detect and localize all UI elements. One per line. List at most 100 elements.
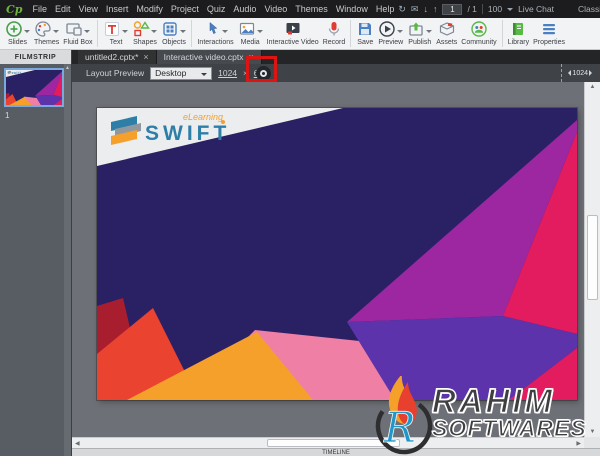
tab-label: untitled2.cptx* bbox=[85, 52, 138, 62]
menu-view[interactable]: View bbox=[74, 4, 101, 14]
chevron-down-icon bbox=[397, 30, 403, 36]
zoom-level-value[interactable]: 100 bbox=[488, 4, 502, 14]
menu-themes[interactable]: Themes bbox=[291, 4, 332, 14]
width-ruler-handle[interactable]: 1024 bbox=[561, 64, 595, 82]
toolbar-label: Save bbox=[357, 39, 373, 46]
toolbar-button-slides[interactable]: Slides bbox=[3, 19, 32, 46]
filmstrip-scrollbar[interactable]: ▲ bbox=[64, 64, 71, 456]
ruler-right-arrow-icon bbox=[589, 70, 595, 76]
stage-width-value[interactable]: 1024 bbox=[218, 68, 237, 78]
close-icon[interactable]: × bbox=[143, 53, 148, 62]
menu-bar-right: ↻ ✉ ↓ ↑ 1 / 1 100 Live Chat Classic – ❐ … bbox=[398, 3, 600, 15]
chevron-down-icon bbox=[53, 30, 59, 36]
toolbar-button-interactive-video[interactable]: Interactive Video bbox=[265, 19, 321, 46]
properties-lines-icon bbox=[540, 20, 558, 38]
menu-quiz[interactable]: Quiz bbox=[203, 4, 230, 14]
horizontal-scroll-thumb[interactable] bbox=[267, 439, 400, 447]
toolbar-label: Library bbox=[508, 39, 529, 46]
menu-edit[interactable]: Edit bbox=[51, 4, 75, 14]
scroll-right-icon[interactable]: ▶ bbox=[576, 440, 581, 447]
objects-grid-icon bbox=[161, 20, 179, 38]
toolbar-button-preview[interactable]: Preview bbox=[376, 19, 405, 46]
main-toolbar: Slides Themes Fluid Box Text Shapes Obje… bbox=[0, 18, 600, 50]
toolbar-button-record[interactable]: Record bbox=[321, 19, 348, 46]
toolbar-button-properties[interactable]: Properties bbox=[531, 19, 567, 46]
slide-number-input[interactable]: 1 bbox=[442, 4, 462, 15]
toolbar-button-save[interactable]: Save bbox=[354, 19, 376, 46]
prev-slide-icon[interactable]: ↑ bbox=[433, 4, 438, 14]
workspace-select[interactable]: Classic bbox=[578, 4, 600, 14]
vertical-scrollbar[interactable]: ▲ ▼ bbox=[584, 82, 600, 437]
sync-icon[interactable]: ↻ bbox=[398, 4, 406, 15]
toolbar-button-fluid-box[interactable]: Fluid Box bbox=[61, 19, 94, 46]
ruler-value: 1024 bbox=[572, 70, 588, 77]
toolbar-button-shapes[interactable]: Shapes bbox=[130, 19, 159, 46]
live-chat-link[interactable]: Live Chat bbox=[518, 4, 554, 14]
record-microphone-icon bbox=[325, 20, 343, 38]
red-highlight-box bbox=[246, 56, 277, 82]
captivate-window: Cp File Edit View Insert Modify Project … bbox=[0, 0, 600, 456]
preview-play-icon bbox=[378, 20, 396, 38]
menu-window[interactable]: Window bbox=[332, 4, 372, 14]
toolbar-button-publish[interactable]: Publish bbox=[405, 19, 434, 46]
filmstrip-panel: 1 ▲ bbox=[0, 64, 72, 456]
menu-project[interactable]: Project bbox=[167, 4, 203, 14]
vertical-scroll-thumb[interactable] bbox=[587, 215, 598, 300]
media-image-icon bbox=[238, 20, 256, 38]
chevron-down-icon bbox=[222, 30, 228, 36]
app-logo[interactable]: Cp bbox=[4, 3, 28, 16]
menu-help[interactable]: Help bbox=[372, 4, 399, 14]
device-select-value: Desktop bbox=[155, 68, 186, 78]
interactive-video-icon bbox=[284, 20, 302, 38]
toolbar-button-text[interactable]: Text bbox=[101, 19, 130, 46]
document-tab-bar: untitled2.cptx* × Interactive video.cptx… bbox=[72, 50, 600, 64]
horizontal-scrollbar[interactable]: ◀ ▶ bbox=[72, 437, 584, 448]
layout-preview-label: Layout Preview bbox=[86, 68, 144, 78]
slide-thumbnail[interactable] bbox=[4, 68, 64, 107]
menu-audio[interactable]: Audio bbox=[229, 4, 260, 14]
menu-file[interactable]: File bbox=[28, 4, 51, 14]
toolbar-button-objects[interactable]: Objects bbox=[159, 19, 188, 46]
next-slide-icon[interactable]: ↓ bbox=[423, 4, 428, 14]
toolbar-button-assets[interactable]: Assets bbox=[434, 19, 459, 46]
menu-video[interactable]: Video bbox=[260, 4, 291, 14]
fluid-box-icon bbox=[65, 20, 83, 38]
menu-modify[interactable]: Modify bbox=[132, 4, 167, 14]
stage-canvas[interactable]: ▲ ▼ bbox=[72, 82, 600, 437]
text-icon bbox=[103, 20, 121, 38]
toolbar-button-interactions[interactable]: Interactions bbox=[195, 19, 235, 46]
toolbar-label: Record bbox=[323, 39, 346, 46]
toolbar-label: Assets bbox=[436, 39, 457, 46]
toolbar-label: Text bbox=[110, 39, 123, 46]
toolbar-label: Objects bbox=[162, 39, 186, 46]
toolbar-button-themes[interactable]: Themes bbox=[32, 19, 61, 46]
toolbar-button-media[interactable]: Media bbox=[236, 19, 265, 46]
device-select[interactable]: Desktop bbox=[150, 67, 212, 80]
chevron-down-icon[interactable] bbox=[507, 8, 513, 14]
tab-untitled2[interactable]: untitled2.cptx* × bbox=[78, 50, 157, 64]
toolbar-label: Properties bbox=[533, 39, 565, 46]
scroll-down-icon[interactable]: ▼ bbox=[585, 429, 600, 435]
toolbar-divider bbox=[97, 20, 98, 47]
mail-icon[interactable]: ✉ bbox=[411, 4, 419, 15]
slide-stage[interactable] bbox=[97, 108, 577, 400]
scroll-left-icon[interactable]: ◀ bbox=[75, 440, 80, 447]
timeline-bar[interactable]: TIMELINE bbox=[72, 448, 600, 456]
layout-preview-bar: Layout Preview Desktop 1024 × 627 1024 bbox=[72, 64, 600, 82]
toolbar-divider bbox=[191, 20, 192, 47]
scroll-up-icon[interactable]: ▲ bbox=[585, 84, 600, 90]
toolbar-button-community[interactable]: Community bbox=[459, 19, 498, 46]
chevron-down-icon bbox=[257, 30, 263, 36]
chevron-down-icon bbox=[201, 73, 207, 79]
shapes-icon bbox=[132, 20, 150, 38]
scroll-up-icon[interactable]: ▲ bbox=[64, 65, 71, 71]
toolbar-label: Media bbox=[241, 39, 260, 46]
filmstrip-panel-title: FILMSTRIP bbox=[0, 50, 72, 64]
ruler-line bbox=[561, 64, 562, 82]
tab-label: Interactive video.cptx bbox=[164, 52, 244, 62]
library-book-icon bbox=[509, 20, 527, 38]
menu-insert[interactable]: Insert bbox=[102, 4, 133, 14]
scrollbar-corner bbox=[584, 437, 600, 448]
toolbar-label: Themes bbox=[34, 39, 59, 46]
toolbar-button-library[interactable]: Library bbox=[506, 19, 531, 46]
